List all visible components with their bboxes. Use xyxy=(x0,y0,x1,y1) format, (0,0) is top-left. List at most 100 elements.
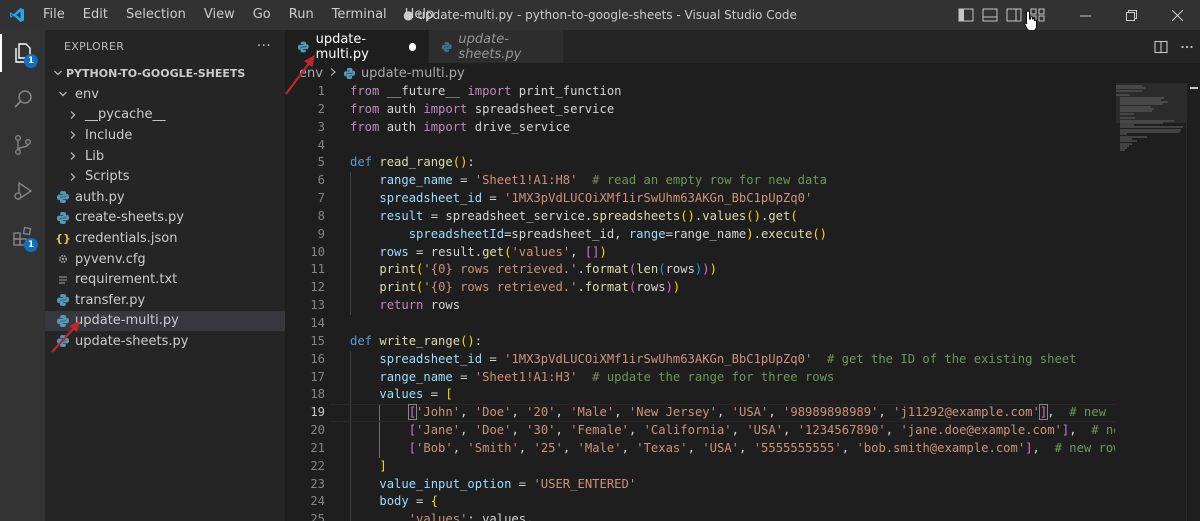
code-line[interactable]: 3 from auth import drive_service xyxy=(285,119,1115,137)
code-token: , xyxy=(841,440,857,455)
code-line[interactable]: 22 ] xyxy=(285,458,1115,476)
menu-selection[interactable]: Selection xyxy=(117,0,195,30)
code-token: ] xyxy=(379,458,387,473)
code-editor[interactable]: 1 from __future__ import print_function 2 f… xyxy=(285,83,1115,521)
minimap-line xyxy=(1120,112,1134,115)
code-token: , xyxy=(555,405,571,420)
code-line[interactable]: 14 xyxy=(285,315,1115,333)
line-number: 20 xyxy=(310,423,325,438)
menu-help[interactable]: Help xyxy=(396,0,444,30)
code-line[interactable]: 16 spreadsheet_id = '1MX3pVdLUCOiXMf1irS… xyxy=(285,351,1115,369)
minimap[interactable] xyxy=(1116,83,1186,521)
tree-item-transfer-py[interactable]: transfer.py xyxy=(45,290,285,311)
line-number: 12 xyxy=(310,280,325,295)
code-token: , xyxy=(562,440,578,455)
breadcrumb-file[interactable]: update-multi.py xyxy=(361,66,465,81)
toggle-primary-sidebar-button[interactable] xyxy=(954,0,978,30)
code-token: 'Texas' xyxy=(636,440,688,455)
tree-item-pyvenv-cfg[interactable]: pyvenv.cfg xyxy=(45,249,285,270)
menu-file[interactable]: File xyxy=(34,0,74,30)
code-line[interactable]: 19 ['John', 'Doe', '20', 'Male', 'New Je… xyxy=(285,404,1115,423)
tab-update-sheets[interactable]: update-sheets.py xyxy=(429,30,564,63)
tree-item-requirement-txt[interactable]: requirement.txt xyxy=(45,269,285,290)
code-line[interactable]: 12 print('{0} rows retrieved.'.format(ro… xyxy=(285,279,1115,297)
chevron-right-icon xyxy=(65,110,81,120)
tree-item-scripts[interactable]: Scripts xyxy=(45,166,285,187)
code-text: values = [ xyxy=(350,386,452,404)
run-debug-view-button[interactable] xyxy=(0,168,45,214)
tree-item-label: update-multi.py xyxy=(75,313,179,329)
code-line[interactable]: 17 range_name = 'Sheet1!A1:H3' # update … xyxy=(285,369,1115,387)
code-token: spreadsheet_id xyxy=(379,191,483,206)
explorer-more-actions-button[interactable]: ··· xyxy=(257,38,271,54)
tab-label: update-multi.py xyxy=(315,31,369,62)
toggle-secondary-sidebar-button[interactable] xyxy=(1002,0,1026,30)
tab-update-multi[interactable]: update-multi.py xyxy=(285,30,429,63)
code-line[interactable]: 6 range_name = 'Sheet1!A1:H8' # read an … xyxy=(285,172,1115,190)
close-window-button[interactable] xyxy=(1154,0,1200,30)
settings-file-icon xyxy=(55,253,71,265)
split-editor-icon xyxy=(1154,40,1168,53)
code-line[interactable]: 24 body = { xyxy=(285,493,1115,511)
line-number: 23 xyxy=(310,476,325,491)
customize-layout-button[interactable] xyxy=(1026,0,1050,30)
code-line[interactable]: 4 xyxy=(285,137,1115,155)
code-text: body = { xyxy=(350,493,438,511)
tree-item-credentials-json[interactable]: {} credentials.json xyxy=(45,228,285,249)
unsaved-changes-dot-icon[interactable] xyxy=(408,42,416,51)
tree-item-include[interactable]: Include xyxy=(45,125,285,146)
code-line[interactable]: 2 from auth import spreadsheet_service xyxy=(285,101,1115,119)
menu-edit[interactable]: Edit xyxy=(74,0,117,30)
tree-item-auth-py[interactable]: auth.py xyxy=(45,187,285,208)
source-control-view-button[interactable] xyxy=(0,122,45,168)
code-line[interactable]: 5 def read_range(): xyxy=(285,154,1115,172)
editor-vertical-scrollbar[interactable] xyxy=(1186,83,1200,521)
customize-layout-icon xyxy=(1030,8,1045,22)
split-editor-button[interactable] xyxy=(1148,40,1174,54)
line-number: 18 xyxy=(310,387,325,402)
code-token: 'Sheet1!A1:H8' xyxy=(474,173,578,188)
restore-button[interactable] xyxy=(1108,0,1154,30)
breadcrumb-folder[interactable]: env xyxy=(299,66,323,81)
menu-terminal[interactable]: Terminal xyxy=(323,0,396,30)
code-line[interactable]: 9 spreadsheetId=spreadsheet_id, range=ra… xyxy=(285,226,1115,244)
code-token: ) xyxy=(746,226,754,241)
code-line[interactable]: 25 'values': values, xyxy=(285,511,1115,521)
tree-item-create-sheets-py[interactable]: create-sheets.py xyxy=(45,208,285,229)
explorer-view-button[interactable]: 1 xyxy=(0,30,45,76)
code-line[interactable]: 13 return rows xyxy=(285,297,1115,315)
tree-item-lib[interactable]: Lib xyxy=(45,146,285,167)
tree-item-pycache[interactable]: __pycache__ xyxy=(45,105,285,126)
tree-item-env[interactable]: env xyxy=(45,84,285,105)
code-token: '{0} rows retrieved.' xyxy=(423,262,578,277)
vscode-logo-icon xyxy=(0,0,34,30)
code-line[interactable]: 20 ['Jane', 'Doe', '30', 'Female', 'Cali… xyxy=(285,422,1115,440)
code-line[interactable]: 1 from __future__ import print_function xyxy=(285,83,1115,101)
menu-run[interactable]: Run xyxy=(280,0,323,30)
code-line[interactable]: 11 print('{0} rows retrieved.'.format(le… xyxy=(285,261,1115,279)
code-line[interactable]: 15 def write_range(): xyxy=(285,333,1115,351)
code-line[interactable]: 18 values = [ xyxy=(285,386,1115,404)
tree-item-update-multi-py[interactable]: update-multi.py xyxy=(45,310,285,332)
menu-view[interactable]: View xyxy=(195,0,244,30)
more-actions-button[interactable] xyxy=(1174,40,1200,54)
minimize-button[interactable] xyxy=(1062,0,1108,30)
extensions-view-button[interactable]: 1 xyxy=(0,214,45,260)
search-view-button[interactable] xyxy=(0,76,45,122)
code-token: 'USA' xyxy=(746,423,784,438)
tree-item-update-sheets-py[interactable]: update-sheets.py xyxy=(45,331,285,352)
code-text: spreadsheet_id = '1MX3pVdLUCOiXMf1irSwUh… xyxy=(350,351,1076,369)
toggle-panel-button[interactable] xyxy=(978,0,1002,30)
code-line[interactable]: 21 ['Bob', 'Smith', '25', 'Male', 'Texas… xyxy=(285,440,1115,458)
code-line[interactable]: 8 result = spreadsheet_service.spreadshe… xyxy=(285,208,1115,226)
workspace-folder[interactable]: PYTHON-TO-GOOGLE-SHEETS xyxy=(45,62,285,84)
menu-go[interactable]: Go xyxy=(244,0,280,30)
code-line[interactable]: 7 spreadsheet_id = '1MX3pVdLUCOiXMf1irSw… xyxy=(285,190,1115,208)
code-token: , xyxy=(687,440,703,455)
code-line[interactable]: 23 value_input_option = 'USER_ENTERED' xyxy=(285,476,1115,494)
code-line[interactable]: 10 rows = result.get('values', []) xyxy=(285,244,1115,262)
code-token: rows xyxy=(665,262,695,277)
